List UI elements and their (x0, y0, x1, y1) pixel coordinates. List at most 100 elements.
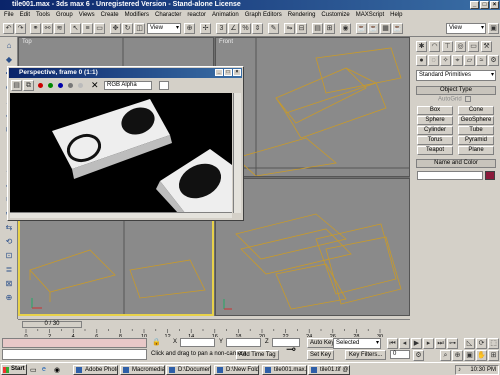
color-swatch[interactable] (159, 81, 169, 90)
menu-item-customize[interactable]: Customize (321, 10, 349, 20)
taskbar-item[interactable]: D:\Document... (166, 365, 211, 375)
menu-item-help[interactable]: Help (390, 10, 402, 20)
arc-rotate-icon[interactable]: ⟳ (476, 338, 487, 349)
previous-frame-icon[interactable]: ◂ (399, 338, 410, 349)
x-coordinate-field[interactable] (180, 338, 215, 347)
tool-icon-2[interactable]: ◆ (3, 55, 15, 65)
mirror-icon[interactable]: ⇋ (284, 23, 295, 34)
select-and-manipulate-icon[interactable]: ✢ (200, 23, 211, 34)
view-combo-right[interactable]: View (446, 23, 486, 34)
zoom-extents-icon[interactable]: ▣ (464, 350, 475, 361)
object-name-field[interactable] (417, 171, 483, 180)
rectangular-selection-icon[interactable]: ▭ (94, 23, 105, 34)
zoom-icon[interactable]: ⌕ (440, 350, 451, 361)
object-color-swatch[interactable] (485, 171, 495, 180)
geometry-icon[interactable]: ● (416, 55, 427, 66)
create-cone-button[interactable]: Cone (458, 106, 494, 115)
channel-combo[interactable]: RGB Alpha (104, 81, 152, 90)
lights-icon[interactable]: ✧ (440, 55, 451, 66)
systems-icon[interactable]: ⚙ (488, 55, 499, 66)
red-channel-icon[interactable] (38, 83, 43, 88)
alpha-channel-icon[interactable] (68, 83, 73, 88)
display-tab-icon[interactable]: ▭ (468, 41, 479, 52)
tool-icon-19[interactable]: ⊕ (3, 293, 15, 303)
space-warps-icon[interactable]: ≈ (476, 55, 487, 66)
pan-icon[interactable]: ✋ (476, 350, 487, 361)
select-by-name-icon[interactable]: ≡ (82, 23, 93, 34)
taskbar-item[interactable]: Macromedia ... (120, 365, 165, 375)
set-key-button[interactable]: Set Key (307, 350, 335, 360)
play-icon[interactable]: ▶ (411, 338, 422, 349)
y-coordinate-field[interactable] (226, 338, 261, 347)
name-color-rollout-header[interactable]: Name and Color (416, 159, 496, 168)
select-and-move-icon[interactable]: ✥ (110, 23, 121, 34)
add-time-tag-button[interactable]: Add Time Tag (236, 350, 279, 360)
create-box-button[interactable]: Box (417, 106, 453, 115)
menu-item-maxscript[interactable]: MAXScript (356, 10, 384, 20)
shapes-icon[interactable]: ◌ (428, 55, 439, 66)
tool-icon-14[interactable]: ⇆ (3, 223, 15, 233)
menu-item-rendering[interactable]: Rendering (288, 10, 316, 20)
clear-icon[interactable]: ✕ (91, 80, 99, 90)
viewport-front[interactable]: Front (215, 37, 410, 177)
show-desktop-icon[interactable]: ▭ (30, 366, 37, 374)
tool-icon-15[interactable]: ⟲ (3, 237, 15, 247)
tool-icon-16[interactable]: ⊡ (3, 251, 15, 261)
cameras-icon[interactable]: ⌖ (452, 55, 463, 66)
render-minimize-button[interactable]: _ (215, 69, 223, 76)
tool-icon-18[interactable]: ⊠ (3, 279, 15, 289)
render-horizontal-scrollbar[interactable] (10, 212, 232, 218)
taskbar-item[interactable]: Adobe Photo... (73, 365, 118, 375)
helpers-icon[interactable]: ▱ (464, 55, 475, 66)
taskbar-item[interactable]: tile001.max... (262, 365, 307, 375)
select-object-icon[interactable]: ↖ (70, 23, 81, 34)
render-vertical-scrollbar[interactable] (233, 93, 241, 213)
save-bitmap-icon[interactable]: ▤ (11, 80, 22, 91)
menu-item-reactor[interactable]: reactor (187, 10, 206, 20)
start-button[interactable]: Start (1, 364, 27, 375)
menu-item-group[interactable]: Group (56, 10, 73, 20)
create-tab-icon[interactable]: ✱ (416, 41, 427, 52)
menu-item-tools[interactable]: Tools (36, 10, 50, 20)
taskbar-item[interactable]: D:\New Folde... (214, 365, 259, 375)
spinner-snap-icon[interactable]: ⇕ (252, 23, 263, 34)
menu-item-create[interactable]: Create (101, 10, 119, 20)
create-teapot-button[interactable]: Teapot (417, 146, 453, 155)
redo-icon[interactable]: ↷ (15, 23, 26, 34)
zoom-all-icon[interactable]: ⊕ (452, 350, 463, 361)
key-filters-button[interactable]: Key Filters... (345, 350, 387, 360)
render-scene-icon[interactable]: ☕ (356, 23, 367, 34)
object-type-rollout-header[interactable]: Object Type (416, 86, 496, 95)
next-frame-icon[interactable]: ▸ (423, 338, 434, 349)
modify-tab-icon[interactable]: ◠ (429, 41, 440, 52)
create-torus-button[interactable]: Torus (417, 136, 453, 145)
time-configuration-icon[interactable]: ⚙ (413, 350, 424, 361)
bind-space-warp-icon[interactable]: ≋ (54, 23, 65, 34)
zoom-region-icon[interactable]: ⬚ (488, 338, 499, 349)
maximize-viewport-icon[interactable]: ⊞ (488, 350, 499, 361)
app-icon[interactable]: ◉ (54, 366, 60, 374)
material-editor-icon[interactable]: ◉ (340, 23, 351, 34)
green-channel-icon[interactable] (48, 83, 53, 88)
maxscript-input[interactable] (2, 349, 147, 360)
menu-item-edit[interactable]: Edit (20, 10, 30, 20)
select-and-scale-icon[interactable]: ◫ (134, 23, 145, 34)
menu-item-views[interactable]: Views (79, 10, 95, 20)
field-of-view-icon[interactable]: ◺ (464, 338, 475, 349)
set-key-icon[interactable]: ⊸ (286, 342, 296, 356)
taskbar-item[interactable]: tile01.tif @... (308, 365, 350, 375)
create-plane-button[interactable]: Plane (458, 146, 494, 155)
clone-window-icon[interactable]: ⧉ (23, 80, 34, 91)
maxscript-listener-mini[interactable] (2, 338, 147, 348)
menu-item-character[interactable]: Character (155, 10, 181, 20)
create-tube-button[interactable]: Tube (458, 126, 494, 135)
tool-icon-1[interactable]: ⌂ (3, 41, 15, 51)
create-cylinder-button[interactable]: Cylinder (417, 126, 453, 135)
browser-icon[interactable]: e (42, 366, 46, 373)
menu-item-graph-editors[interactable]: Graph Editors (245, 10, 282, 20)
align-icon[interactable]: ⊟ (296, 23, 307, 34)
tool-icon-17[interactable]: ≣ (3, 265, 15, 275)
autogrid-checkbox[interactable]: AutoGrid (438, 96, 472, 103)
current-frame-field[interactable]: 0 (390, 350, 410, 359)
render-maximize-button[interactable]: □ (224, 69, 232, 76)
